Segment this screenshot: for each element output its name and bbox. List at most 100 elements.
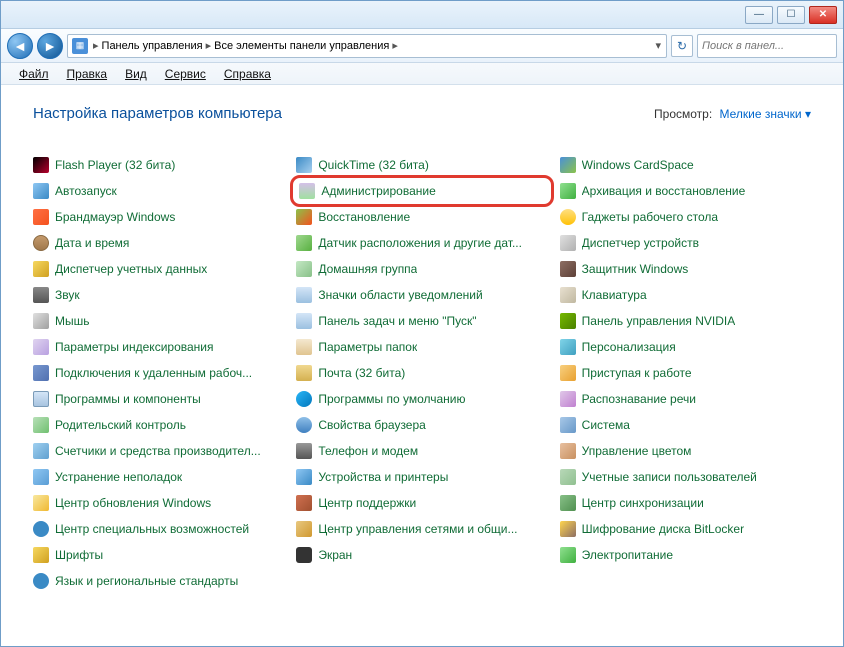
item-sound[interactable]: Звук — [33, 282, 284, 308]
item-system[interactable]: Система — [560, 412, 811, 438]
breadcrumb-sep: ▸ — [92, 39, 100, 52]
menu-edit[interactable]: Правка — [59, 65, 116, 83]
search-input[interactable] — [702, 40, 844, 52]
item-folder-options[interactable]: Параметры папок — [296, 334, 547, 360]
item-devices-printers[interactable]: Устройства и принтеры — [296, 464, 547, 490]
item-windows-update[interactable]: Центр обновления Windows — [33, 490, 284, 516]
item-backup[interactable]: Архивация и восстановление — [560, 178, 811, 204]
back-button[interactable]: ◄ — [7, 33, 33, 59]
item-keyboard[interactable]: Клавиатура — [560, 282, 811, 308]
item-troubleshoot[interactable]: Устранение неполадок — [33, 464, 284, 490]
address-bar[interactable]: ▦ ▸ Панель управления ▸ Все элементы пан… — [67, 34, 667, 58]
item-default-programs[interactable]: Программы по умолчанию — [296, 386, 547, 412]
menu-help[interactable]: Справка — [216, 65, 279, 83]
item-defender[interactable]: Защитник Windows — [560, 256, 811, 282]
item-indexing[interactable]: Параметры индексирования — [33, 334, 284, 360]
network-center-icon — [296, 521, 312, 537]
item-speech[interactable]: Распознавание речи — [560, 386, 811, 412]
breadcrumb-seg-1[interactable]: Панель управления — [100, 40, 205, 52]
close-button[interactable]: ✕ — [809, 6, 837, 24]
item-datetime[interactable]: Дата и время — [33, 230, 284, 256]
dropdown-chevron-icon[interactable]: ▾ — [654, 39, 662, 52]
item-mouse[interactable]: Мышь — [33, 308, 284, 334]
flash-icon — [33, 157, 49, 173]
keyboard-icon — [560, 287, 576, 303]
sound-icon — [33, 287, 49, 303]
programs-icon — [33, 391, 49, 407]
item-getting-started[interactable]: Приступая к работе — [560, 360, 811, 386]
item-notification-icons[interactable]: Значки области уведомлений — [296, 282, 547, 308]
item-phone-modem[interactable]: Телефон и модем — [296, 438, 547, 464]
item-sensors[interactable]: Датчик расположения и другие дат... — [296, 230, 547, 256]
item-administration[interactable]: Администрирование — [290, 175, 553, 207]
power-icon — [560, 547, 576, 563]
item-nvidia[interactable]: Панель управления NVIDIA — [560, 308, 811, 334]
search-box[interactable]: 🔍 — [697, 34, 837, 58]
backup-icon — [560, 183, 576, 199]
maximize-button[interactable]: ☐ — [777, 6, 805, 24]
item-autoplay[interactable]: Автозапуск — [33, 178, 284, 204]
item-programs[interactable]: Программы и компоненты — [33, 386, 284, 412]
credentials-icon — [33, 261, 49, 277]
item-region[interactable]: Язык и региональные стандарты — [33, 568, 284, 594]
item-sync-center[interactable]: Центр синхронизации — [560, 490, 811, 516]
navbar: ◄ ► ▦ ▸ Панель управления ▸ Все элементы… — [1, 29, 843, 63]
mail-icon — [296, 365, 312, 381]
mouse-icon — [33, 313, 49, 329]
item-personalization[interactable]: Персонализация — [560, 334, 811, 360]
item-gadgets[interactable]: Гаджеты рабочего стола — [560, 204, 811, 230]
minimize-button[interactable]: — — [745, 6, 773, 24]
breadcrumb-seg-2[interactable]: Все элементы панели управления — [212, 40, 391, 52]
item-action-center[interactable]: Центр поддержки — [296, 490, 547, 516]
admin-tools-icon — [299, 183, 315, 199]
item-taskbar[interactable]: Панель задач и меню "Пуск" — [296, 308, 547, 334]
item-firewall[interactable]: Брандмауэр Windows — [33, 204, 284, 230]
ease-of-access-icon — [33, 521, 49, 537]
item-credentials[interactable]: Диспетчер учетных данных — [33, 256, 284, 282]
item-ease-of-access[interactable]: Центр специальных возможностей — [33, 516, 284, 542]
device-manager-icon — [560, 235, 576, 251]
fonts-icon — [33, 547, 49, 563]
content-area: Настройка параметров компьютера Просмотр… — [1, 85, 843, 646]
sync-center-icon — [560, 495, 576, 511]
item-device-manager[interactable]: Диспетчер устройств — [560, 230, 811, 256]
remote-icon — [33, 365, 49, 381]
firewall-icon — [33, 209, 49, 225]
item-user-accounts[interactable]: Учетные записи пользователей — [560, 464, 811, 490]
item-color[interactable]: Управление цветом — [560, 438, 811, 464]
item-parental[interactable]: Родительский контроль — [33, 412, 284, 438]
menu-service[interactable]: Сервис — [157, 65, 214, 83]
personalization-icon — [560, 339, 576, 355]
item-homegroup[interactable]: Домашняя группа — [296, 256, 547, 282]
item-cardspace[interactable]: Windows CardSpace — [560, 152, 811, 178]
item-flash-player[interactable]: Flash Player (32 бита) — [33, 152, 284, 178]
view-by-label: Просмотр: — [654, 107, 712, 121]
parental-icon — [33, 417, 49, 433]
refresh-button[interactable]: ↻ — [671, 35, 693, 57]
breadcrumb-sep: ▸ — [205, 39, 213, 52]
display-icon — [296, 547, 312, 563]
taskbar-icon — [296, 313, 312, 329]
item-display[interactable]: Экран — [296, 542, 547, 568]
item-recovery[interactable]: Восстановление — [296, 204, 547, 230]
action-center-icon — [296, 495, 312, 511]
item-fonts[interactable]: Шрифты — [33, 542, 284, 568]
indexing-icon — [33, 339, 49, 355]
breadcrumb-sep: ▸ — [391, 39, 399, 52]
gadgets-icon — [560, 209, 576, 225]
menu-view[interactable]: Вид — [117, 65, 155, 83]
internet-options-icon — [296, 417, 312, 433]
item-performance[interactable]: Счетчики и средства производител... — [33, 438, 284, 464]
item-network-center[interactable]: Центр управления сетями и общи... — [296, 516, 547, 542]
menu-file[interactable]: Файл — [11, 65, 57, 83]
devices-printers-icon — [296, 469, 312, 485]
folder-options-icon — [296, 339, 312, 355]
view-by-dropdown[interactable]: Мелкие значки ▾ — [720, 107, 811, 121]
item-bitlocker[interactable]: Шифрование диска BitLocker — [560, 516, 811, 542]
item-internet-options[interactable]: Свойства браузера — [296, 412, 547, 438]
item-power[interactable]: Электропитание — [560, 542, 811, 568]
item-mail[interactable]: Почта (32 бита) — [296, 360, 547, 386]
recovery-icon — [296, 209, 312, 225]
forward-button[interactable]: ► — [37, 33, 63, 59]
item-remote[interactable]: Подключения к удаленным рабоч... — [33, 360, 284, 386]
